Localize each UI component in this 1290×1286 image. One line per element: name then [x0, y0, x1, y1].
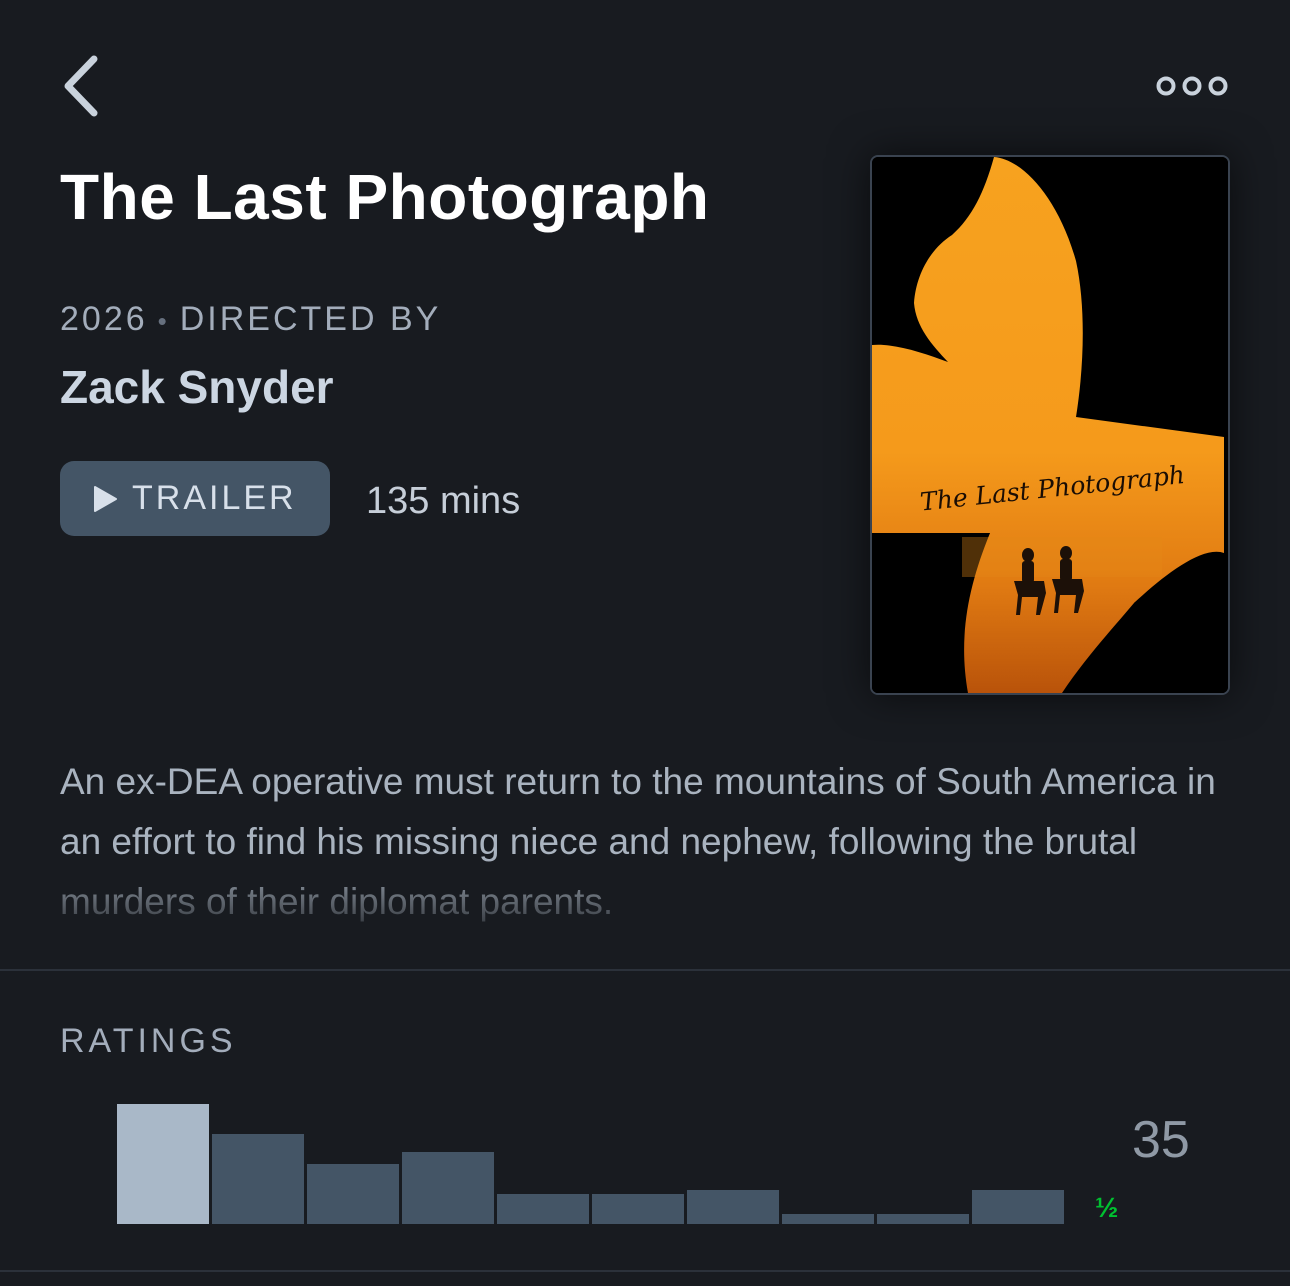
rating-bar[interactable]: [497, 1194, 589, 1224]
play-icon: [92, 485, 118, 513]
poster-artwork: The Last Photograph: [872, 157, 1228, 693]
ratings-count[interactable]: 35: [1132, 1110, 1202, 1170]
release-year[interactable]: 2026: [60, 300, 148, 338]
runtime: 135 mins: [366, 480, 521, 522]
rating-bar[interactable]: [782, 1214, 874, 1224]
rating-bar[interactable]: [972, 1190, 1064, 1224]
rating-bar[interactable]: [307, 1164, 399, 1224]
separator-dot: •: [157, 305, 170, 336]
synopsis[interactable]: An ex-DEA operative must return to the m…: [60, 752, 1230, 922]
film-meta: 2026 • DIRECTED BY: [60, 300, 441, 339]
rating-bar[interactable]: [402, 1152, 494, 1224]
ratings-heading: RATINGS: [60, 1022, 237, 1060]
film-poster[interactable]: The Last Photograph: [870, 155, 1230, 695]
film-detail-screen: The Last Photograph 2026 • DIRECTED BY Zac…: [0, 0, 1290, 1286]
more-options-button[interactable]: [1150, 70, 1234, 106]
trailer-button[interactable]: TRAILER: [60, 461, 330, 536]
rating-bar[interactable]: [687, 1190, 779, 1224]
trailer-label: TRAILER: [132, 479, 297, 517]
back-button[interactable]: [52, 52, 108, 124]
section-divider-bottom: [0, 1270, 1290, 1272]
section-divider: [0, 969, 1290, 971]
ratings-histogram[interactable]: [117, 1100, 1067, 1224]
directed-by-label: DIRECTED BY: [179, 300, 442, 338]
more-horizontal-icon: [1154, 74, 1230, 103]
rating-bar[interactable]: [877, 1214, 969, 1224]
rating-bar[interactable]: [117, 1104, 209, 1224]
rating-bar[interactable]: [592, 1194, 684, 1224]
rating-bar[interactable]: [212, 1134, 304, 1224]
half-star-marker: ½: [1095, 1192, 1119, 1223]
chevron-left-icon: [60, 53, 100, 124]
director-name[interactable]: Zack Snyder: [60, 360, 334, 414]
film-title: The Last Photograph: [60, 161, 710, 233]
